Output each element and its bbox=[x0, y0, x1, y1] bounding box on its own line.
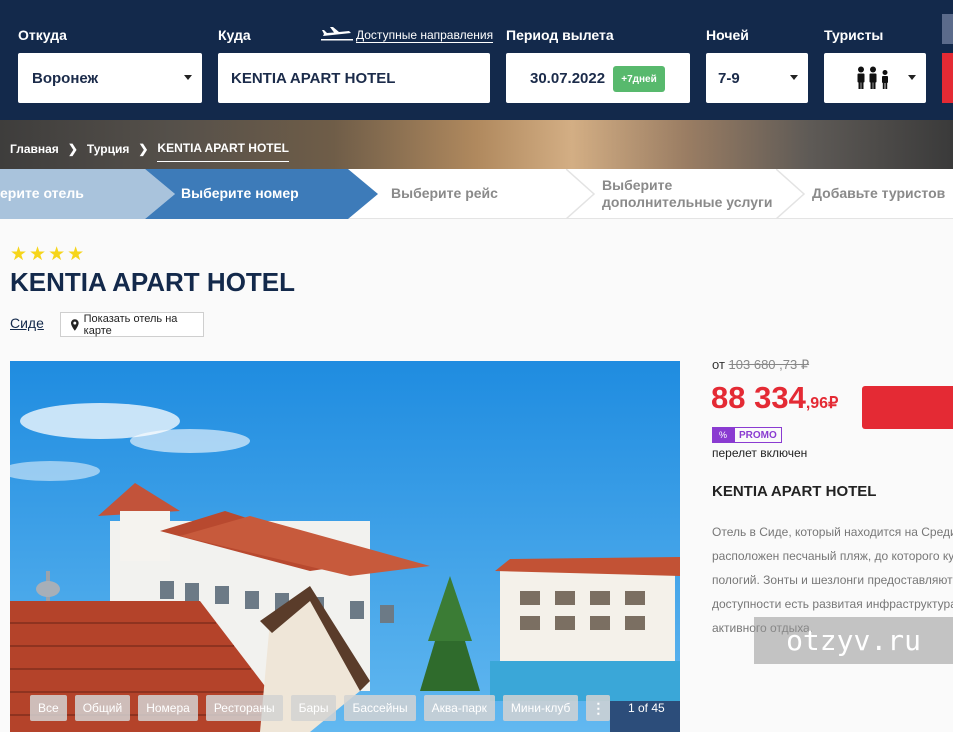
current-price-value: 88 334 bbox=[711, 380, 806, 415]
chevron-right-icon: ❯ bbox=[138, 141, 149, 156]
current-price-cents: ,96₽ bbox=[805, 395, 839, 412]
description-line: пологий. Зонты и шезлонги предоставляютс bbox=[712, 573, 953, 587]
gallery-tag-bars[interactable]: Бары bbox=[290, 695, 337, 721]
promo-label: PROMO bbox=[734, 427, 782, 443]
from-value: Воронеж bbox=[32, 69, 99, 87]
plane-icon bbox=[321, 27, 353, 41]
description-line: Отель в Сиде, который находится на Среди… bbox=[712, 525, 953, 539]
nights-label: Ночей bbox=[706, 27, 749, 43]
star-rating: ★★★★ bbox=[10, 244, 87, 265]
search-button[interactable] bbox=[942, 53, 953, 103]
photo-counter: 1 of 45 bbox=[628, 701, 665, 715]
step-select-hotel-label: ерите отель bbox=[0, 185, 84, 201]
step-divider bbox=[776, 169, 806, 219]
percent-icon: % bbox=[712, 427, 734, 443]
chevron-down-icon bbox=[184, 75, 192, 80]
more-icon[interactable]: ⋮ bbox=[586, 695, 611, 721]
gallery-filter-tags: Все Общий Номера Рестораны Бары Бассейны… bbox=[30, 695, 611, 721]
period-value: 30.07.2022 bbox=[530, 69, 606, 87]
breadcrumb-country[interactable]: Турция bbox=[87, 142, 129, 156]
gallery-tag-miniclub[interactable]: Мини-клуб bbox=[502, 695, 579, 721]
gallery-tag-rooms[interactable]: Номера bbox=[138, 695, 198, 721]
price-from-label: от bbox=[712, 357, 725, 372]
destination-value: KENTIA APART HOTEL bbox=[231, 69, 396, 87]
chevron-down-icon bbox=[790, 75, 798, 80]
step-extras-line1: Выберите bbox=[602, 177, 673, 193]
gallery-tag-pools[interactable]: Бассейны bbox=[344, 695, 416, 721]
gallery-tag-aquapark[interactable]: Аква-парк bbox=[423, 695, 495, 721]
nights-value: 7-9 bbox=[718, 69, 740, 87]
description-line: доступности есть развитая инфраструктура bbox=[712, 597, 953, 611]
top-right-button[interactable] bbox=[942, 14, 953, 44]
gallery-tag-all[interactable]: Все bbox=[30, 695, 67, 721]
hotel-photo[interactable] bbox=[10, 361, 680, 732]
period-label: Период вылета bbox=[506, 27, 614, 43]
gallery-tag-restaurants[interactable]: Рестораны bbox=[205, 695, 283, 721]
price-from: от 103 680 ,73 ₽ bbox=[712, 357, 809, 373]
breadcrumb-current: KENTIA APART HOTEL bbox=[157, 141, 289, 162]
plus-days-badge[interactable]: +7дней bbox=[613, 66, 665, 92]
tourists-select[interactable] bbox=[824, 53, 926, 103]
chevron-down-icon bbox=[908, 75, 916, 80]
step-add-tourists[interactable]: Добавьте туристов bbox=[812, 185, 945, 201]
step-extras-line2: дополнительные услуги bbox=[602, 194, 773, 210]
destinations-link[interactable]: Доступные направления bbox=[356, 28, 494, 43]
chevron-right-icon: ❯ bbox=[67, 141, 78, 156]
from-select[interactable]: Воронеж bbox=[18, 53, 202, 103]
nights-select[interactable]: 7-9 bbox=[706, 53, 808, 103]
description-title: KENTIA APART HOTEL bbox=[712, 483, 877, 500]
map-pin-icon bbox=[71, 318, 79, 331]
booking-steps: ерите отель Выберите номер Выберите рейс… bbox=[0, 169, 953, 219]
hotel-photo-image bbox=[10, 361, 680, 732]
tourists-label: Туристы bbox=[824, 27, 884, 43]
promo-badge: % PROMO bbox=[712, 427, 782, 443]
watermark: otzyv.ru bbox=[754, 617, 953, 664]
description-line: расположен песчаный пляж, до которого ку… bbox=[712, 549, 953, 563]
to-label: Куда bbox=[218, 27, 251, 43]
old-price: 103 680 ,73 ₽ bbox=[728, 357, 810, 372]
city-link[interactable]: Сиде bbox=[10, 315, 44, 331]
show-on-map-label: Показать отель на карте bbox=[83, 312, 178, 337]
destination-input[interactable]: KENTIA APART HOTEL bbox=[218, 53, 490, 103]
gallery-tag-general[interactable]: Общий bbox=[74, 695, 131, 721]
search-panel: Откуда Воронеж Куда Доступные направлени… bbox=[0, 0, 953, 120]
from-label: Откуда bbox=[18, 27, 67, 43]
people-icon bbox=[857, 66, 888, 89]
show-on-map-button[interactable]: Показать отель на карте bbox=[60, 312, 204, 337]
flight-included-note: перелет включен bbox=[712, 446, 808, 460]
breadcrumb-home[interactable]: Главная bbox=[10, 142, 59, 156]
current-price: 88 334,96₽ bbox=[711, 380, 838, 416]
step-divider bbox=[566, 169, 596, 219]
breadcrumb: Главная ❯ Турция ❯ KENTIA APART HOTEL bbox=[10, 135, 289, 162]
hotel-title: KENTIA APART HOTEL bbox=[10, 267, 296, 297]
step-extras[interactable]: Выберите дополнительные услуги bbox=[602, 177, 772, 211]
step-select-room-label: Выберите номер bbox=[181, 185, 299, 201]
step-select-flight[interactable]: Выберите рейс bbox=[391, 185, 498, 201]
book-button[interactable] bbox=[862, 386, 953, 429]
